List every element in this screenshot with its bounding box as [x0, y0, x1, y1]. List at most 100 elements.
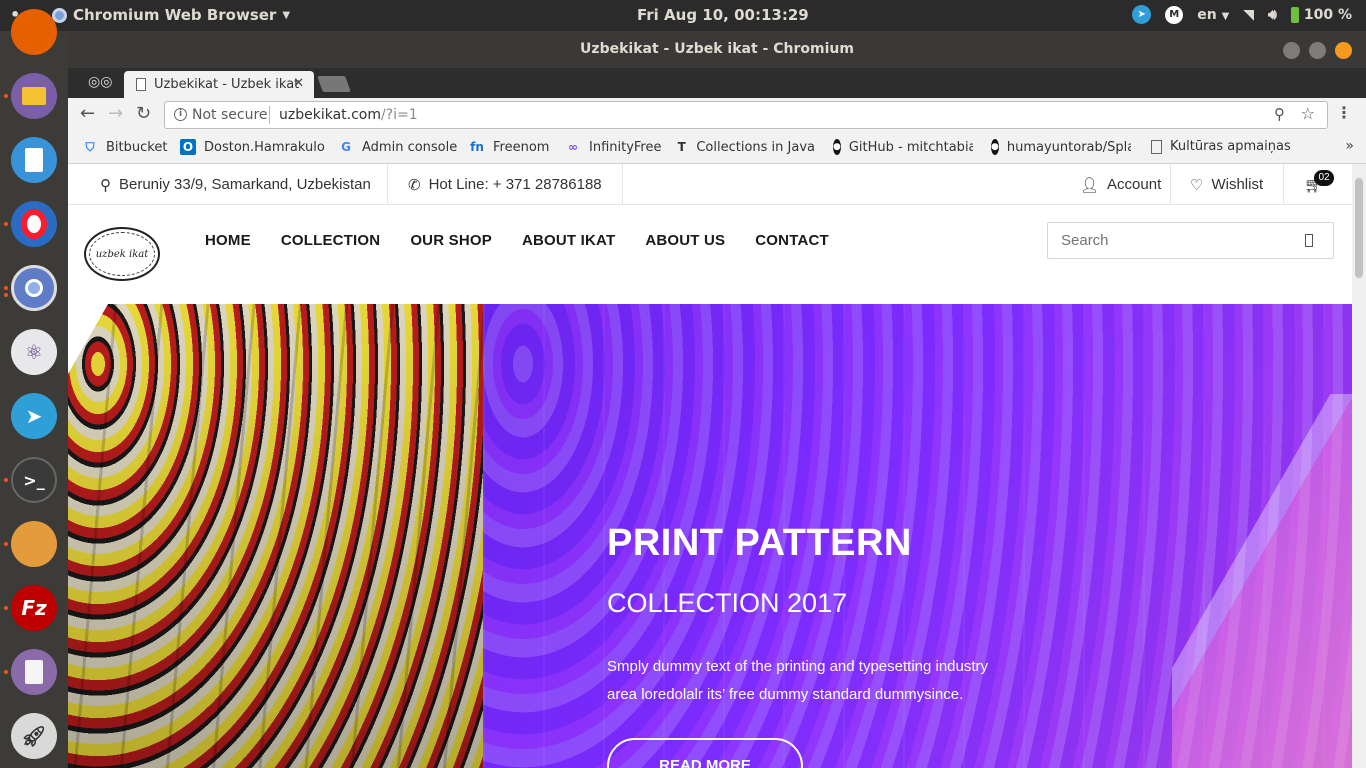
- new-tab-button[interactable]: [317, 76, 351, 92]
- heart-icon: ♡: [1190, 176, 1204, 194]
- phone-icon: ✆: [408, 176, 421, 194]
- address-bar[interactable]: i Not secure uzbekikat.com/?i=1 ⚲ ☆: [164, 101, 1328, 129]
- ubuntu-top-panel: ••• Chromium Web Browser ▼ Fri Aug 10, 0…: [0, 0, 1366, 31]
- hero-text-line: Smply dummy text of the printing and typ…: [607, 658, 989, 675]
- document-icon[interactable]: [11, 649, 57, 695]
- nav-home[interactable]: HOME: [205, 232, 251, 249]
- wifi-icon[interactable]: ◥: [1243, 7, 1254, 23]
- app-name: Chromium Web Browser: [73, 6, 277, 24]
- nav-collection[interactable]: COLLECTION: [281, 232, 381, 249]
- battery-label: 100 %: [1303, 6, 1352, 23]
- nav-our-shop[interactable]: OUR SHOP: [410, 232, 492, 249]
- minimize-button[interactable]: [1283, 42, 1300, 59]
- page-icon: [136, 78, 146, 91]
- nav-about-us[interactable]: ABOUT US: [645, 232, 725, 249]
- google-icon: G: [341, 140, 351, 154]
- divider: [1170, 164, 1171, 205]
- clock[interactable]: Fri Aug 10, 00:13:29: [637, 6, 809, 24]
- bookmark-item[interactable]: ⛉ Bitbucket: [82, 139, 167, 155]
- language-indicator[interactable]: en ▼: [1197, 7, 1229, 23]
- telegram-icon[interactable]: ➤: [11, 393, 57, 439]
- tab-uzbekikat[interactable]: Uzbekikat - Uzbek ikat ✕: [124, 71, 314, 98]
- web-page: ⚲ Beruniy 33/9, Samarkand, Uzbekistan ✆ …: [68, 164, 1352, 768]
- map-marker-icon: ⚲: [100, 176, 111, 194]
- app-menu[interactable]: Chromium Web Browser ▼: [52, 6, 290, 24]
- chevron-down-icon: ▼: [1221, 10, 1230, 22]
- site-search: [1047, 222, 1334, 259]
- opera-icon[interactable]: [11, 201, 57, 247]
- firefox-icon[interactable]: [11, 9, 57, 55]
- filezilla-icon[interactable]: Fz: [11, 585, 57, 631]
- cart-count-badge: 02: [1314, 170, 1334, 186]
- bookmark-item[interactable]: ● humayuntorab/Spla: [991, 139, 1131, 155]
- language-label: en: [1197, 6, 1217, 23]
- text-editor-icon[interactable]: [11, 137, 57, 183]
- hero-subtitle: COLLECTION 2017: [607, 588, 848, 618]
- maximize-button[interactable]: [1309, 42, 1326, 59]
- bookmark-label: Kultūras apmaiņas: [1170, 139, 1291, 154]
- read-more-button[interactable]: READ MORE: [607, 738, 803, 768]
- account-link[interactable]: 👤︎ Account: [1080, 164, 1161, 205]
- window-title-bar[interactable]: Uzbekikat - Uzbek ikat - Chromium: [68, 31, 1366, 68]
- rocket-icon[interactable]: 🚀︎: [11, 713, 57, 759]
- bookmark-label: GitHub - mitchtabia: [848, 139, 973, 155]
- divider: [1283, 164, 1284, 205]
- hotline-info: ✆ Hot Line: + 371 28786188: [408, 164, 602, 205]
- hero-title: PRINT PATTERN: [607, 522, 912, 564]
- bookmark-item[interactable]: G Admin console: [338, 139, 457, 155]
- bookmark-item[interactable]: fn Freenom: [469, 139, 549, 155]
- ubuntu-launcher: ⚛ ➤ >_ Fz 🚀︎: [0, 9, 68, 768]
- chevron-down-icon: ▼: [282, 9, 291, 21]
- bookmark-label: humayuntorab/Spla: [1006, 139, 1131, 155]
- more-bookmarks-icon[interactable]: »: [1345, 138, 1354, 154]
- telegram-tray-icon[interactable]: ➤: [1132, 5, 1152, 24]
- bookmark-item[interactable]: Kultūras apmaiņas: [1151, 139, 1301, 154]
- files-icon[interactable]: [11, 73, 57, 119]
- divider: [387, 164, 388, 205]
- gimp-icon[interactable]: [11, 521, 57, 567]
- security-label[interactable]: Not secure: [192, 107, 268, 123]
- bookmark-star-icon[interactable]: ☆: [1301, 104, 1315, 123]
- infinity-icon: ∞: [568, 140, 578, 154]
- zoom-icon[interactable]: ⚲: [1274, 105, 1285, 123]
- url-text[interactable]: uzbekikat.com/?i=1: [279, 107, 418, 123]
- hero-description: Smply dummy text of the printing and typ…: [607, 653, 1027, 709]
- logo-text: uzbek ikat: [95, 248, 149, 260]
- bookmark-item[interactable]: ● GitHub - mitchtabia: [833, 139, 973, 155]
- bookmark-item[interactable]: O Doston.Hamrakulo: [180, 139, 325, 155]
- site-info-bar: ⚲ Beruniy 33/9, Samarkand, Uzbekistan ✆ …: [68, 164, 1352, 205]
- browser-menu-icon[interactable]: ⋮: [1336, 103, 1352, 122]
- atom-icon[interactable]: ⚛: [11, 329, 57, 375]
- page-scrollbar[interactable]: [1352, 164, 1366, 768]
- bookmark-label: Admin console: [362, 139, 458, 155]
- bookmark-item[interactable]: ∞ InfinityFree: [565, 139, 662, 155]
- browser-toolbar: ← → ↻ i Not secure uzbekikat.com/?i=1 ⚲ …: [68, 98, 1366, 132]
- forward-arrow-icon[interactable]: →: [108, 103, 123, 124]
- chromium-icon[interactable]: [11, 265, 57, 311]
- terminal-icon[interactable]: >_: [11, 457, 57, 503]
- hero-text-line: area loredolalr its’ free dummy standard…: [607, 686, 964, 703]
- battery-indicator[interactable]: 100 %: [1290, 6, 1352, 23]
- github-icon: ●: [991, 139, 999, 155]
- close-window-button[interactable]: [1335, 42, 1352, 59]
- url-host: uzbekikat.com: [279, 107, 381, 123]
- info-icon[interactable]: i: [174, 108, 187, 121]
- bookmark-item[interactable]: T Collections in Java: [675, 139, 815, 155]
- nav-about-ikat[interactable]: ABOUT IKAT: [522, 232, 615, 249]
- site-logo[interactable]: uzbek ikat: [84, 227, 160, 281]
- site-header: uzbek ikat HOME COLLECTION OUR SHOP ABOU…: [68, 205, 1352, 304]
- scrollbar-thumb[interactable]: [1355, 178, 1363, 278]
- bookmark-label: Bitbucket: [106, 139, 168, 155]
- search-input[interactable]: [1048, 223, 1298, 258]
- nav-contact[interactable]: CONTACT: [755, 232, 829, 249]
- bookmarks-bar: ⛉ Bitbucket O Doston.Hamrakulo G Admin cons…: [68, 132, 1366, 164]
- address-text: Beruniy 33/9, Samarkand, Uzbekistan: [119, 176, 371, 193]
- back-arrow-icon[interactable]: ←: [80, 103, 95, 124]
- search-button-icon[interactable]: [1305, 234, 1313, 247]
- divider: [269, 106, 270, 124]
- close-tab-icon[interactable]: ✕: [293, 76, 304, 91]
- volume-icon[interactable]: 🔊︎: [1268, 7, 1277, 23]
- wishlist-link[interactable]: ♡ Wishlist: [1190, 164, 1263, 205]
- m-tray-icon[interactable]: M: [1165, 5, 1184, 24]
- reload-icon[interactable]: ↻: [136, 103, 151, 124]
